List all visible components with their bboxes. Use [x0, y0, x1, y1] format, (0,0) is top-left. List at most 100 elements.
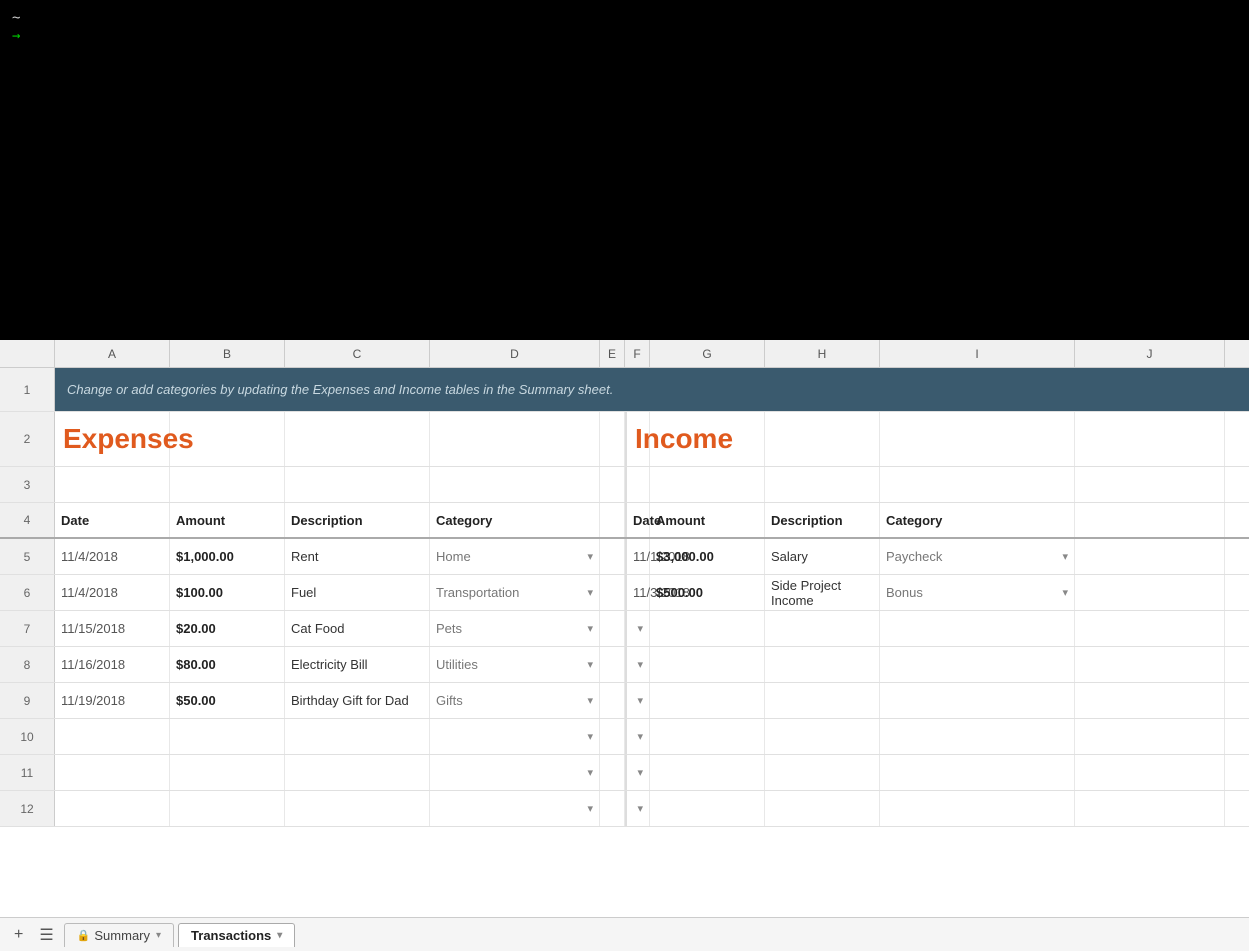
- inc-row-4-dropdown[interactable]: ▾: [637, 658, 643, 671]
- inc-desc-header: Description: [765, 503, 880, 537]
- tab-transactions[interactable]: Transactions ▾: [178, 923, 295, 947]
- row-7: 7 11/15/2018 $20.00 Cat Food Pets ▾ ▾: [0, 611, 1249, 647]
- exp-cat-5-dropdown[interactable]: ▾: [587, 694, 593, 707]
- row-num-12: 12: [0, 791, 55, 826]
- col-header-f: E: [600, 340, 625, 368]
- exp-cat-2[interactable]: Transportation ▾: [430, 575, 600, 610]
- exp-desc-4: Electricity Bill: [285, 647, 430, 682]
- inc-row-3-dropdown[interactable]: ▾: [637, 622, 643, 635]
- inc-row-6-dropdown[interactable]: ▾: [637, 730, 643, 743]
- exp-amount-1: $1,000.00: [170, 539, 285, 574]
- exp-cat-1-label: Home: [436, 549, 471, 564]
- income-title: Income: [625, 412, 650, 466]
- cell-2e: [430, 412, 600, 466]
- row-6: 6 11/4/2018 $100.00 Fuel Transportation …: [0, 575, 1249, 611]
- summary-tab-label: Summary: [94, 928, 150, 943]
- exp-date-header: Date: [55, 503, 170, 537]
- col-header-f2: F: [625, 340, 650, 368]
- exp-desc-5: Birthday Gift for Dad: [285, 683, 430, 718]
- inc-cat-2-dropdown[interactable]: ▾: [1062, 586, 1068, 599]
- inc-row-8-dropdown[interactable]: ▾: [637, 802, 643, 815]
- inc-row-5-dropdown[interactable]: ▾: [637, 694, 643, 707]
- exp-desc-3: Cat Food: [285, 611, 430, 646]
- tab-summary[interactable]: 🔒 Summary ▾: [64, 923, 174, 947]
- exp-cat-4-dropdown[interactable]: ▾: [587, 658, 593, 671]
- exp-amount-header: Amount: [170, 503, 285, 537]
- row-num-11: 11: [0, 755, 55, 790]
- exp-amount-4: $80.00: [170, 647, 285, 682]
- inc-amount-2: $500.00: [650, 575, 765, 610]
- cell-2d: [285, 412, 430, 466]
- exp-cat-5[interactable]: Gifts ▾: [430, 683, 600, 718]
- inc-desc-1: Salary: [765, 539, 880, 574]
- cell-2j: [1075, 412, 1225, 466]
- exp-amount-3: $20.00: [170, 611, 285, 646]
- add-sheet-button[interactable]: +: [8, 924, 29, 946]
- row-10: 10 ▾ ▾: [0, 719, 1249, 755]
- inc-cat-1-label: Paycheck: [886, 549, 942, 564]
- exp-cat-1-dropdown[interactable]: ▾: [587, 550, 593, 563]
- inc-cat-1[interactable]: Paycheck ▾: [880, 539, 1075, 574]
- exp-cat-1[interactable]: Home ▾: [430, 539, 600, 574]
- exp-cat-3[interactable]: Pets ▾: [430, 611, 600, 646]
- cell-2c: [170, 412, 285, 466]
- exp-desc-1: Rent: [285, 539, 430, 574]
- col-header-g: G: [650, 340, 765, 368]
- exp-date-1: 11/4/2018: [55, 539, 170, 574]
- inc-date-2: 11/3/2018: [625, 575, 650, 610]
- row-11: 11 ▾ ▾: [0, 755, 1249, 791]
- inc-date-1: 11/1/2018: [625, 539, 650, 574]
- exp-cat-3-label: Pets: [436, 621, 462, 636]
- exp-date-3: 11/15/2018: [55, 611, 170, 646]
- exp-row-6-dropdown[interactable]: ▾: [587, 730, 593, 743]
- exp-cat-4-label: Utilities: [436, 657, 478, 672]
- exp-desc-header: Description: [285, 503, 430, 537]
- row-2: 2 Expenses Income: [0, 412, 1249, 467]
- exp-date-4: 11/16/2018: [55, 647, 170, 682]
- inc-cat-2[interactable]: Bonus ▾: [880, 575, 1075, 610]
- inc-row-7-dropdown[interactable]: ▾: [637, 766, 643, 779]
- row-num-1: 1: [0, 368, 55, 411]
- summary-tab-dropdown[interactable]: ▾: [156, 930, 161, 941]
- col-header-d: C: [285, 340, 430, 368]
- terminal-area: ~ →: [0, 0, 1249, 340]
- transactions-tab-label: Transactions: [191, 928, 271, 943]
- col-header-b: A: [55, 340, 170, 368]
- transactions-tab-dropdown[interactable]: ▾: [277, 930, 282, 941]
- exp-row-8-dropdown[interactable]: ▾: [587, 802, 593, 815]
- row-12: 12 ▾ ▾: [0, 791, 1249, 827]
- exp-cat-4[interactable]: Utilities ▾: [430, 647, 600, 682]
- row-5: 5 11/4/2018 $1,000.00 Rent Home ▾ 11/1/2…: [0, 539, 1249, 575]
- col-header-c: B: [170, 340, 285, 368]
- tab-bar: + ☰ 🔒 Summary ▾ Transactions ▾: [0, 917, 1249, 951]
- row-num-3: 3: [0, 467, 55, 502]
- exp-cat-2-dropdown[interactable]: ▾: [587, 586, 593, 599]
- col-header-j: J: [1075, 340, 1225, 368]
- banner-cell: Change or add categories by updating the…: [55, 368, 1249, 411]
- inc-cat-1-dropdown[interactable]: ▾: [1062, 550, 1068, 563]
- exp-cat-2-label: Transportation: [436, 585, 519, 600]
- exp-cat-header: Category: [430, 503, 600, 537]
- sheet-menu-button[interactable]: ☰: [33, 923, 59, 947]
- exp-date-5: 11/19/2018: [55, 683, 170, 718]
- terminal-tilde: ~: [12, 8, 1237, 28]
- col-header-e: D: [430, 340, 600, 368]
- row-num-2: 2: [0, 412, 55, 466]
- exp-amount-2: $100.00: [170, 575, 285, 610]
- exp-amount-5: $50.00: [170, 683, 285, 718]
- row-8: 8 11/16/2018 $80.00 Electricity Bill Uti…: [0, 647, 1249, 683]
- row-num-8: 8: [0, 647, 55, 682]
- lock-icon: 🔒: [77, 929, 91, 942]
- terminal-arrow: →: [12, 28, 1237, 44]
- inc-desc-2: Side Project Income: [765, 575, 880, 610]
- row-num-9: 9: [0, 683, 55, 718]
- exp-cat-5-label: Gifts: [436, 693, 463, 708]
- exp-date-2: 11/4/2018: [55, 575, 170, 610]
- row-9: 9 11/19/2018 $50.00 Birthday Gift for Da…: [0, 683, 1249, 719]
- exp-row-7-dropdown[interactable]: ▾: [587, 766, 593, 779]
- row-num-10: 10: [0, 719, 55, 754]
- column-headers: A B C D E F G H I J: [0, 340, 1249, 368]
- exp-cat-3-dropdown[interactable]: ▾: [587, 622, 593, 635]
- row-4: 4 Date Amount Description Category Date …: [0, 503, 1249, 539]
- cell-2i: [880, 412, 1075, 466]
